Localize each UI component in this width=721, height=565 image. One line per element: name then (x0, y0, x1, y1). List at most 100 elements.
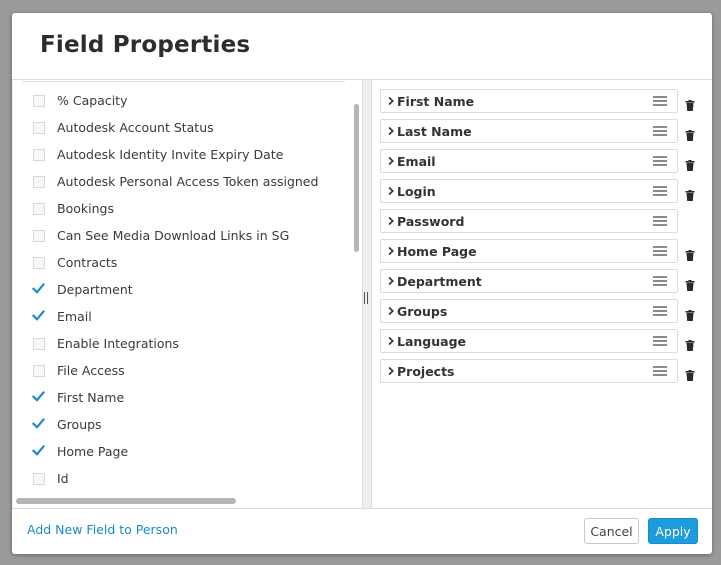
drag-handle-icon[interactable] (653, 246, 669, 257)
available-field-item[interactable]: Home Page (32, 438, 129, 465)
selected-field-label: Groups (397, 304, 448, 319)
drag-handle-icon[interactable] (653, 306, 669, 317)
available-field-label: Autodesk Personal Access Token assigned (57, 174, 319, 189)
checkbox-checked[interactable] (32, 444, 45, 458)
drag-handle-icon[interactable] (653, 186, 669, 197)
checkmark-icon (32, 417, 45, 429)
drag-handle-icon[interactable] (653, 366, 669, 377)
selected-field-item[interactable]: Home Page (380, 239, 678, 263)
checkbox[interactable] (33, 472, 45, 485)
available-field-item[interactable]: Autodesk Identity Invite Expiry Date (33, 141, 283, 168)
selected-field-item[interactable]: Email (380, 149, 678, 173)
checkbox[interactable] (33, 364, 45, 377)
trash-icon[interactable] (685, 246, 695, 261)
checkbox-checked[interactable] (32, 417, 45, 431)
available-field-item[interactable]: Email (32, 303, 92, 330)
available-field-label: Contracts (57, 255, 118, 270)
list-divider (22, 81, 345, 82)
selected-field-label: Email (397, 154, 436, 169)
trash-icon[interactable] (685, 336, 695, 351)
pane-splitter-handle[interactable] (364, 292, 368, 304)
chevron-right-icon[interactable] (386, 276, 396, 286)
available-field-item[interactable]: Enable Integrations (33, 330, 179, 357)
drag-handle-icon[interactable] (653, 216, 669, 227)
trash-icon[interactable] (685, 366, 695, 381)
checkmark-icon (32, 309, 45, 321)
chevron-right-icon[interactable] (386, 336, 396, 346)
checkbox[interactable] (33, 148, 45, 161)
available-field-item[interactable]: Id (33, 465, 69, 492)
chevron-right-icon[interactable] (386, 216, 396, 226)
chevron-right-icon[interactable] (386, 246, 396, 256)
drag-handle-icon[interactable] (653, 156, 669, 167)
selected-field-item[interactable]: Department (380, 269, 678, 293)
selected-field-label: Password (397, 214, 465, 229)
selected-field-item[interactable]: First Name (380, 89, 678, 113)
add-new-field-link[interactable]: Add New Field to Person (27, 522, 178, 537)
checkbox[interactable] (33, 121, 45, 134)
chevron-right-icon[interactable] (386, 126, 396, 136)
available-field-item[interactable]: Bookings (33, 195, 114, 222)
available-field-label: % Capacity (57, 93, 128, 108)
horizontal-scrollbar[interactable] (16, 498, 236, 504)
selected-field-item[interactable]: Projects (380, 359, 678, 383)
selected-field-label: First Name (397, 94, 475, 109)
selected-field-label: Department (397, 274, 482, 289)
dialog-body: % Capacity Autodesk Account Status Autodes… (12, 79, 712, 509)
checkbox-checked[interactable] (32, 282, 45, 296)
selected-field-item[interactable]: Login (380, 179, 678, 203)
trash-icon[interactable] (685, 306, 695, 321)
drag-handle-icon[interactable] (653, 336, 669, 347)
available-fields-list[interactable]: % Capacity Autodesk Account Status Autodes… (13, 80, 363, 508)
available-field-item[interactable]: Department (32, 276, 133, 303)
available-field-item[interactable]: First Name (32, 384, 124, 411)
trash-icon[interactable] (685, 156, 695, 171)
available-field-label: Groups (57, 417, 102, 432)
selected-field-item[interactable]: Last Name (380, 119, 678, 143)
available-field-label: Email (57, 309, 92, 324)
checkbox[interactable] (33, 94, 45, 107)
available-field-label: Department (57, 282, 133, 297)
available-field-label: Bookings (57, 201, 114, 216)
vertical-scrollbar[interactable] (354, 104, 359, 252)
cancel-button[interactable]: Cancel (584, 518, 639, 544)
chevron-right-icon[interactable] (386, 96, 396, 106)
available-field-item[interactable]: % Capacity (33, 87, 127, 114)
available-field-item[interactable]: Autodesk Account Status (33, 114, 214, 141)
available-field-item[interactable]: Autodesk Personal Access Token assigned (33, 168, 318, 195)
available-field-label: Can See Media Download Links in SG (57, 228, 290, 243)
chevron-right-icon[interactable] (386, 186, 396, 196)
trash-icon[interactable] (685, 186, 695, 201)
checkbox[interactable] (33, 337, 45, 350)
checkbox-checked[interactable] (32, 309, 45, 323)
field-properties-dialog: Field Properties % Capacity Autodesk Acco… (12, 13, 712, 554)
selected-field-label: Login (397, 184, 436, 199)
checkmark-icon (32, 444, 45, 456)
drag-handle-icon[interactable] (653, 126, 669, 137)
available-field-label: Home Page (57, 444, 129, 459)
checkbox[interactable] (33, 256, 45, 269)
chevron-right-icon[interactable] (386, 366, 396, 376)
drag-handle-icon[interactable] (653, 276, 669, 287)
selected-fields-list: First Name Last Name Email Login Password Hom… (371, 80, 712, 508)
selected-field-item[interactable]: Language (380, 329, 678, 353)
available-field-label: Enable Integrations (57, 336, 179, 351)
checkbox[interactable] (33, 175, 45, 188)
checkbox[interactable] (33, 202, 45, 215)
chevron-right-icon[interactable] (386, 306, 396, 316)
selected-field-item[interactable]: Password (380, 209, 678, 233)
apply-button[interactable]: Apply (648, 518, 698, 544)
selected-field-item[interactable]: Groups (380, 299, 678, 323)
available-field-item[interactable]: File Access (33, 357, 125, 384)
available-field-label: File Access (57, 363, 125, 378)
chevron-right-icon[interactable] (386, 156, 396, 166)
trash-icon[interactable] (685, 126, 695, 141)
trash-icon[interactable] (685, 276, 695, 291)
checkbox[interactable] (33, 229, 45, 242)
trash-icon[interactable] (685, 96, 695, 111)
checkbox-checked[interactable] (32, 390, 45, 404)
available-field-item[interactable]: Groups (32, 411, 102, 438)
drag-handle-icon[interactable] (653, 96, 669, 107)
available-field-item[interactable]: Contracts (33, 249, 117, 276)
available-field-item[interactable]: Can See Media Download Links in SG (33, 222, 289, 249)
